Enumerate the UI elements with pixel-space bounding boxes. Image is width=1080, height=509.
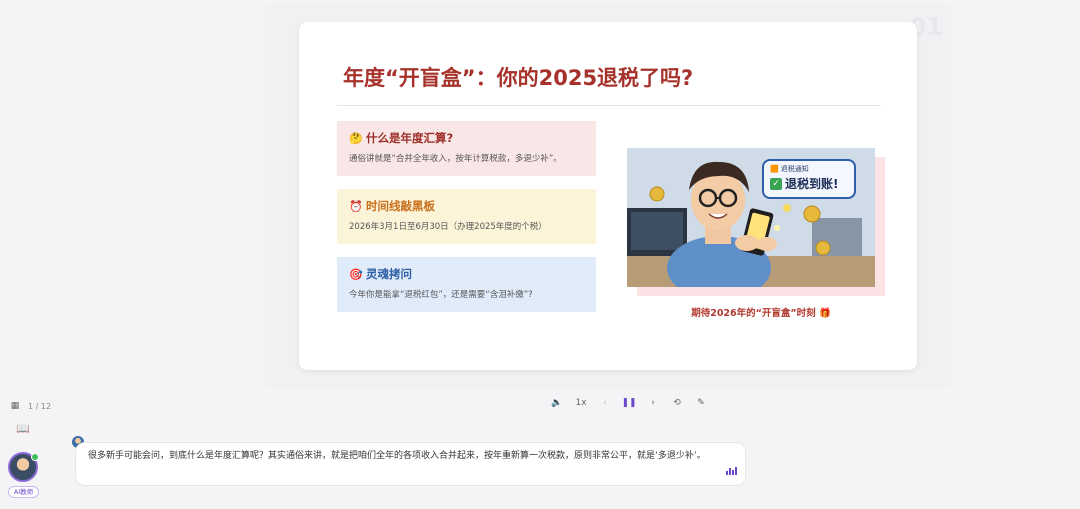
thinking-face-icon: 🤔: [349, 131, 363, 145]
slide-stage: 01 年度“开盲盒”：你的2025退税了吗? 🤔 什么是年度汇算? 通俗讲就是“…: [265, 3, 951, 389]
online-status-icon: [31, 453, 39, 461]
pen-icon[interactable]: ✎: [694, 396, 708, 410]
notice-icon: 🟧: [770, 165, 779, 173]
info-card-question: 🎯 灵魂拷问 今年你是能拿“退税红包”，还是需要“含泪补缴”?: [337, 257, 596, 312]
pause-icon[interactable]: ❚❚: [621, 396, 636, 410]
target-icon: 🎯: [349, 267, 363, 281]
prev-icon[interactable]: ‹: [598, 396, 612, 410]
next-icon[interactable]: ›: [646, 396, 660, 410]
alarm-clock-icon: ⏰: [349, 199, 363, 213]
slide-canvas: 年度“开盲盒”：你的2025退税了吗? 🤔 什么是年度汇算? 通俗讲就是“合并全…: [299, 22, 917, 370]
page-controls: ▦ 1 / 12: [8, 399, 51, 413]
refund-notice-bubble: 🟧 退税通知 ✓ 退税到账!: [762, 159, 856, 199]
card-body: 通俗讲就是“合并全年收入，按年计算税款，多退少补”。: [349, 154, 562, 164]
title-divider: [337, 105, 881, 106]
volume-icon[interactable]: 🔈: [550, 396, 564, 410]
speed-button[interactable]: 1x: [574, 396, 588, 410]
slide-title: 年度“开盲盒”：你的2025退税了吗?: [343, 66, 694, 90]
page-indicator: 1 / 12: [28, 401, 52, 411]
tax-refund-illustration: 🟧 退税通知 ✓ 退税到账!: [627, 148, 875, 287]
chat-message: 很多新手可能会问，到底什么是年度汇算呢？其实通俗来讲，就是把咱们全年的各项收入合…: [75, 442, 746, 486]
card-body: 今年你是能拿“退税红包”，还是需要“含泪补缴”?: [349, 290, 533, 300]
info-card-annual-settlement: 🤔 什么是年度汇算? 通俗讲就是“合并全年收入，按年计算税款，多退少补”。: [337, 121, 596, 176]
card-title: 时间线敲黑板: [366, 199, 435, 213]
bubble-small-text: 退税通知: [780, 165, 809, 173]
card-body: 2026年3月1日至6月30日（办理2025年度的个税）: [349, 222, 547, 232]
playback-toolbar: 🔈 1x ‹ ❚❚ › ⟲ ✎: [550, 396, 708, 410]
image-caption: 期待2026年的“开盲盒”时刻 🎁: [691, 308, 831, 319]
book-icon[interactable]: 📖: [15, 422, 31, 436]
loop-icon[interactable]: ⟲: [670, 396, 684, 410]
card-title: 灵魂拷问: [366, 267, 412, 281]
audio-wave-icon[interactable]: [726, 467, 737, 475]
grid-icon[interactable]: ▦: [8, 399, 22, 413]
info-card-timeline: ⏰ 时间线敲黑板 2026年3月1日至6月30日（办理2025年度的个税）: [337, 189, 596, 244]
card-title: 什么是年度汇算?: [366, 131, 454, 145]
check-icon: ✓: [770, 177, 782, 190]
bubble-big-text: 退税到账!: [785, 177, 839, 191]
ai-teacher-label: AI教师: [8, 486, 39, 498]
